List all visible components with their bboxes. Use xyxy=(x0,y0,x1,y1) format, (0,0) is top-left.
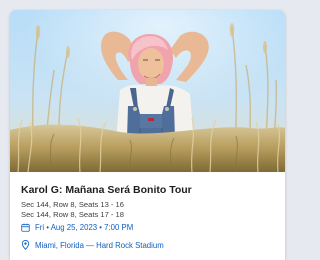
event-title[interactable]: Karol G: Mañana Será Bonito Tour xyxy=(21,184,279,196)
event-photo xyxy=(10,10,285,172)
event-date[interactable]: Fri • Aug 25, 2023 • 7:00 PM xyxy=(21,223,279,232)
calendar-icon xyxy=(21,223,30,232)
event-location[interactable]: Miami, Florida — Hard Rock Stadium xyxy=(21,240,279,251)
event-details: Karol G: Mañana Será Bonito Tour Sec 144… xyxy=(21,184,279,251)
event-card[interactable]: Karol G: Mañana Será Bonito Tour Sec 144… xyxy=(10,10,285,260)
map-pin-icon xyxy=(21,240,30,251)
event-location-text: Miami, Florida — Hard Rock Stadium xyxy=(35,240,164,250)
event-date-text: Fri • Aug 25, 2023 • 7:00 PM xyxy=(35,223,134,233)
seat-info: Sec 144, Row 8, Seats 17 - 18 xyxy=(21,209,124,219)
seat-info: Sec 144, Row 8, Seats 13 - 16 xyxy=(21,200,124,209)
